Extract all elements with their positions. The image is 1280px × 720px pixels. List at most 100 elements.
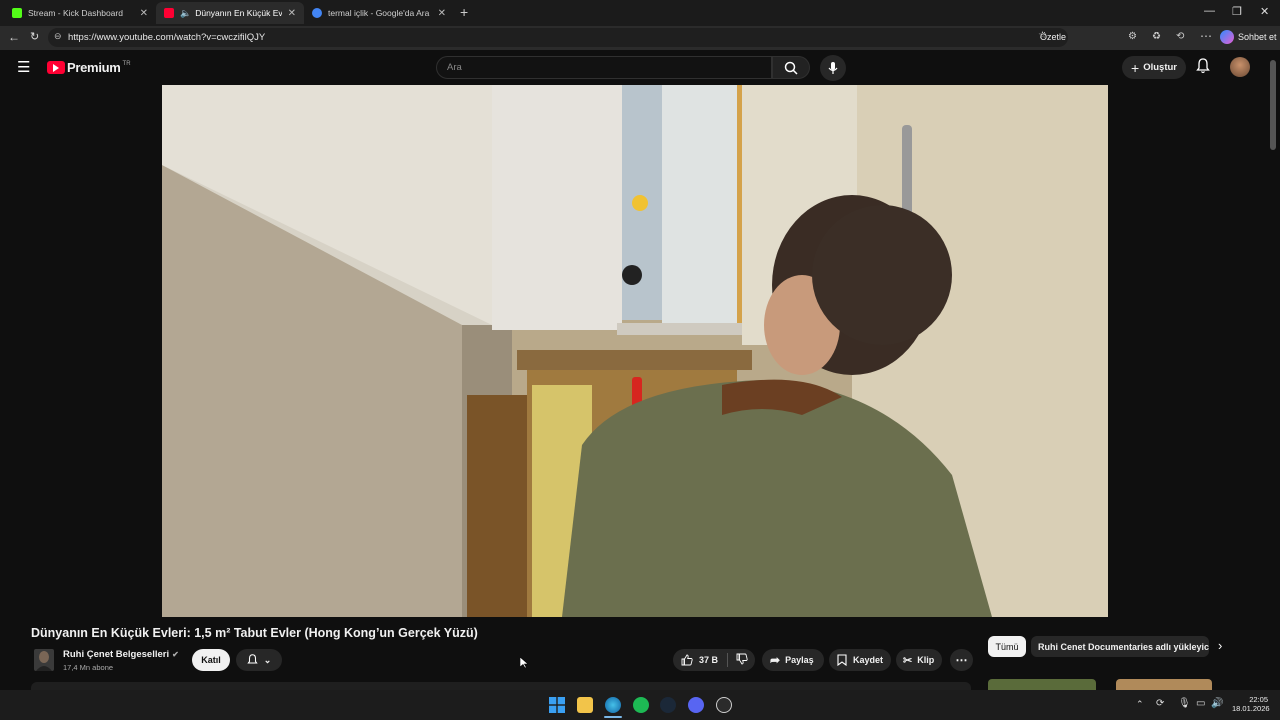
active-app-indicator: [604, 716, 622, 718]
bookmark-icon: [837, 654, 847, 666]
plus-icon: +: [1131, 59, 1140, 76]
recommended-thumbnail[interactable]: [988, 679, 1096, 690]
search-placeholder: Ara: [447, 62, 462, 73]
youtube-logo[interactable]: Premium TR: [47, 60, 131, 75]
microphone-icon: [828, 62, 838, 74]
tab-youtube-video[interactable]: 🔈 Dünyanın En Küçük Evleri: 1,5 ✕: [156, 2, 304, 24]
share-button[interactable]: ➦ Paylaş: [762, 649, 824, 671]
file-explorer-icon[interactable]: [577, 697, 593, 713]
url-text: https://www.youtube.com/watch?v=cwczifil…: [68, 32, 266, 43]
video-player[interactable]: [162, 85, 1108, 617]
windows-start-icon[interactable]: [549, 697, 565, 713]
summarize-button[interactable]: Özetle: [1040, 32, 1066, 42]
dislike-button[interactable]: [736, 653, 748, 667]
spotify-icon[interactable]: [633, 697, 649, 713]
youtube-icon: [164, 8, 174, 18]
tray-app-icon[interactable]: ⟳: [1156, 698, 1164, 709]
subscribed-notifications-button[interactable]: ⌄: [236, 649, 282, 671]
notifications-bell-icon[interactable]: [1196, 58, 1210, 79]
maximize-icon[interactable]: ❐: [1232, 5, 1242, 18]
chip-channel-uploads[interactable]: Ruhi Cenet Documentaries adlı yükleyicid…: [1031, 636, 1209, 657]
close-tab-icon[interactable]: ✕: [438, 8, 446, 19]
chevron-right-icon[interactable]: ›: [1218, 638, 1222, 653]
mouse-cursor: [519, 656, 529, 674]
video-title: Dünyanın En Küçük Evleri: 1,5 m² Tabut E…: [31, 626, 478, 640]
like-button[interactable]: 37 B: [681, 654, 718, 666]
back-icon[interactable]: ←: [8, 30, 20, 44]
extensions-icon[interactable]: ⚙: [1128, 31, 1137, 42]
description-box[interactable]: [31, 682, 971, 690]
site-info-icon[interactable]: ⊖: [54, 31, 62, 42]
new-tab-button[interactable]: +: [460, 4, 468, 20]
logo-region: TR: [122, 60, 131, 67]
thumbs-up-icon: [681, 654, 693, 666]
app-icon[interactable]: [716, 697, 732, 713]
create-button[interactable]: + Oluştur: [1122, 56, 1186, 79]
volume-icon[interactable]: 🔊: [1211, 698, 1223, 709]
clock-date: 18.01.2026: [1232, 704, 1270, 713]
clip-label: Klip: [917, 655, 935, 665]
page-scrollbar[interactable]: [1270, 60, 1276, 150]
subscriber-count: 17,4 Mn abone: [63, 663, 114, 672]
close-tab-icon[interactable]: ✕: [288, 8, 296, 19]
verified-icon: ✔: [172, 650, 179, 659]
youtube-header: ☰ Premium TR Ara + Oluştur: [0, 50, 1280, 85]
steam-icon[interactable]: [660, 697, 676, 713]
tab-title: Dünyanın En Küçük Evleri: 1,5: [195, 8, 282, 18]
tab-title: termal içlik - Google'da Ara: [328, 8, 430, 18]
youtube-play-icon: [47, 61, 65, 74]
more-horizontal-icon: ⋯: [955, 653, 968, 667]
edge-browser-icon[interactable]: [605, 697, 621, 713]
clock[interactable]: 22:05 18.01.2026: [1232, 695, 1270, 713]
google-icon: [312, 8, 322, 18]
tab-kick-dashboard[interactable]: Stream - Kick Dashboard ✕: [4, 2, 156, 24]
channel-name-link[interactable]: Ruhi Çenet Belgeselleri ✔: [63, 649, 179, 660]
voice-search-button[interactable]: [820, 55, 846, 81]
channel-name: Ruhi Çenet Belgeselleri: [63, 649, 170, 660]
avatar[interactable]: [1230, 57, 1250, 77]
speaker-icon[interactable]: 🔈: [180, 8, 191, 19]
chevron-down-icon: ⌄: [263, 654, 272, 665]
discord-icon[interactable]: [688, 697, 704, 713]
chip-all[interactable]: Tümü: [988, 636, 1026, 657]
like-dislike-group: 37 B: [673, 649, 755, 671]
join-label: Katıl: [201, 655, 221, 665]
save-button[interactable]: Kaydet: [829, 649, 891, 671]
address-bar[interactable]: ⊖ https://www.youtube.com/watch?v=cwczif…: [48, 28, 1068, 47]
copilot-chat-button[interactable]: Sohbet et: [1220, 30, 1277, 44]
close-window-icon[interactable]: ✕: [1260, 5, 1269, 18]
summarize-label: Özetle: [1040, 32, 1067, 42]
microphone-tray-icon[interactable]: 🎙: [1178, 698, 1191, 709]
like-count: 37 B: [699, 655, 719, 665]
close-tab-icon[interactable]: ✕: [140, 8, 148, 19]
tray-overflow-icon[interactable]: ⌃: [1136, 699, 1144, 710]
kick-icon: [12, 8, 22, 18]
search-input[interactable]: Ara: [436, 56, 772, 79]
chip-channel-label: Ruhi Cenet Documentaries adlı yükleyicid…: [1038, 641, 1209, 652]
collections-icon[interactable]: ♻: [1152, 31, 1161, 42]
address-toolbar: ← ↻ ⊖ https://www.youtube.com/watch?v=cw…: [0, 26, 1280, 50]
refresh-icon[interactable]: ↻: [30, 30, 39, 43]
channel-avatar[interactable]: [34, 649, 54, 671]
profile-sync-icon[interactable]: ⟲: [1176, 31, 1184, 42]
create-label: Oluştur: [1143, 62, 1177, 73]
chip-all-label: Tümü: [995, 641, 1019, 652]
tab-google-search[interactable]: termal içlik - Google'da Ara ✕: [304, 2, 454, 24]
video-frame-image: [162, 85, 1108, 617]
hamburger-menu-icon[interactable]: ☰: [17, 58, 30, 76]
network-icon[interactable]: ▭: [1196, 698, 1205, 709]
more-menu-icon[interactable]: ⋯: [1200, 29, 1212, 43]
scissors-icon: ✂: [903, 654, 913, 667]
join-button[interactable]: Katıl: [192, 649, 230, 671]
clip-button[interactable]: ✂ Klip: [896, 649, 942, 671]
save-label: Kaydet: [853, 655, 884, 665]
chat-label: Sohbet et: [1238, 32, 1277, 42]
more-actions-button[interactable]: ⋯: [950, 649, 973, 671]
bell-icon: [247, 654, 258, 664]
share-icon: ➦: [770, 653, 781, 667]
tab-title: Stream - Kick Dashboard: [28, 8, 123, 18]
search-button[interactable]: [772, 56, 810, 79]
minimize-icon[interactable]: —: [1204, 5, 1215, 17]
recommended-thumbnail[interactable]: [1116, 679, 1212, 690]
copilot-icon: [1220, 30, 1234, 44]
